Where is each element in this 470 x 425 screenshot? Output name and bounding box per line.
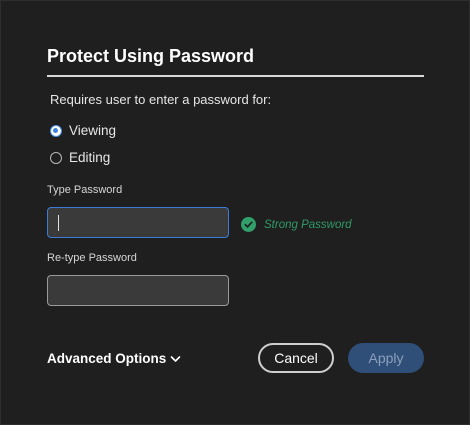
viewing-label: Viewing — [69, 123, 117, 138]
strength-text: Strong Password — [264, 218, 352, 231]
dialog-title: Protect Using Password — [47, 46, 255, 66]
advanced-options-toggle[interactable]: Advanced Options — [47, 351, 181, 366]
retype-password-label: Re-type Password — [47, 252, 137, 264]
title-divider — [47, 75, 424, 77]
type-password-field[interactable] — [47, 207, 229, 238]
apply-button[interactable]: Apply — [348, 343, 424, 373]
editing-radio[interactable] — [50, 151, 62, 164]
check-circle-icon — [241, 217, 256, 232]
text-cursor — [58, 215, 59, 231]
password-strength-indicator: Strong Password — [241, 217, 352, 232]
editing-option[interactable]: Editing — [50, 150, 110, 165]
editing-label: Editing — [69, 150, 111, 165]
advanced-options-label: Advanced Options — [47, 351, 167, 366]
chevron-down-icon — [170, 351, 181, 366]
retype-password-field[interactable] — [47, 275, 229, 306]
protect-password-dialog: Protect Using Password Requires user to … — [0, 0, 470, 425]
viewing-option[interactable]: Viewing — [50, 123, 116, 138]
cancel-button[interactable]: Cancel — [258, 343, 334, 373]
dialog-subtitle: Requires user to enter a password for: — [50, 92, 272, 107]
type-password-label: Type Password — [47, 184, 123, 196]
viewing-radio[interactable] — [50, 124, 62, 137]
